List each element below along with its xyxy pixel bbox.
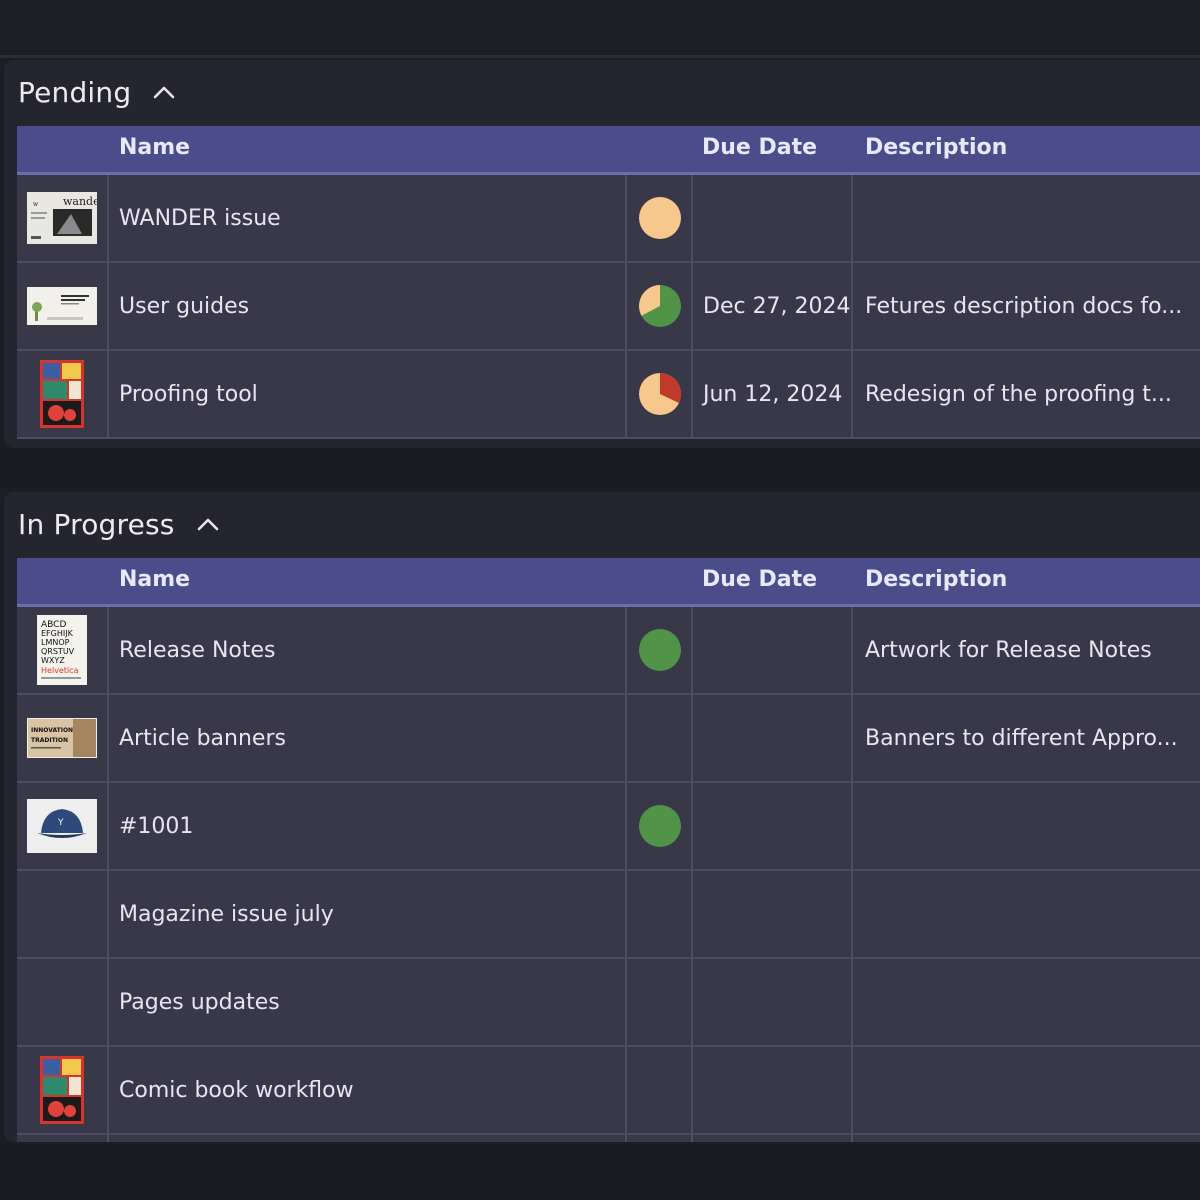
description[interactable]: Artwork for Release Notes [855, 607, 1200, 693]
due-date[interactable] [693, 871, 853, 957]
description[interactable] [855, 871, 1200, 957]
top-bar [0, 0, 1200, 58]
description[interactable] [855, 959, 1200, 1045]
status-cell[interactable] [629, 351, 693, 437]
task-name[interactable]: User guides [109, 263, 627, 349]
status-cell[interactable] [629, 607, 693, 693]
description[interactable] [855, 783, 1200, 869]
due-date[interactable] [693, 695, 853, 781]
svg-text:TRADITION: TRADITION [31, 737, 68, 744]
table-row[interactable]: Y #1001 [17, 783, 1200, 871]
thumbnail-cell [17, 351, 109, 437]
chevron-up-icon[interactable] [153, 81, 175, 103]
table-row[interactable]: wander w WANDER issue [17, 175, 1200, 263]
description[interactable] [855, 175, 1200, 261]
status-done-icon[interactable] [639, 805, 681, 847]
thumbnail-cell [17, 1047, 109, 1133]
table-row[interactable]: Pages updates [17, 959, 1200, 1047]
due-date[interactable] [693, 175, 853, 261]
banner-thumbnail: INNOVATION TRADITION [27, 718, 97, 758]
svg-text:Helvetica: Helvetica [41, 666, 79, 675]
description[interactable]: Fetures description docs fo... [855, 263, 1200, 349]
status-pending-icon[interactable] [639, 197, 681, 239]
due-date[interactable]: Dec 27, 2024 [693, 263, 853, 349]
status-cell[interactable] [629, 871, 693, 957]
table-header: Name Due Date Description [17, 558, 1200, 607]
task-name[interactable]: #1001 [109, 783, 627, 869]
table-row[interactable]: ABCD EFGHIJK LMNOP QRSTUV WXYZ Helvetica… [17, 607, 1200, 695]
table-row[interactable]: Comic book workflow [17, 1047, 1200, 1135]
section-in-progress: In Progress Name Due Date Description AB… [4, 492, 1200, 1175]
column-header-due-date[interactable]: Due Date [702, 567, 817, 592]
task-name[interactable]: Proofing tool [109, 351, 627, 437]
status-cell[interactable] [629, 695, 693, 781]
section-pending: Pending Name Due Date Description wander… [4, 60, 1200, 448]
column-header-description[interactable]: Description [865, 567, 1007, 592]
task-name[interactable]: Release Notes [109, 607, 627, 693]
column-header-name[interactable]: Name [119, 567, 190, 592]
comic-thumbnail [40, 360, 84, 428]
due-date[interactable]: Jun 12, 2024 [693, 351, 853, 437]
task-name[interactable]: Pages updates [109, 959, 627, 1045]
task-name[interactable]: Comic book workflow [109, 1047, 627, 1133]
due-date[interactable] [693, 607, 853, 693]
table-row[interactable]: INNOVATION TRADITION Article banners Ban… [17, 695, 1200, 783]
svg-text:EFGHIJK: EFGHIJK [41, 629, 74, 638]
section-header[interactable]: In Progress [18, 494, 219, 554]
thumbnail-cell: INNOVATION TRADITION [17, 695, 109, 781]
status-progress-icon[interactable] [639, 285, 681, 327]
due-date[interactable] [693, 959, 853, 1045]
status-cell[interactable] [629, 959, 693, 1045]
comic-thumbnail [40, 1056, 84, 1124]
cap-thumbnail: Y [27, 799, 97, 853]
svg-text:Y: Y [57, 818, 64, 828]
thumbnail-cell: ABCD EFGHIJK LMNOP QRSTUV WXYZ Helvetica [17, 607, 109, 693]
status-cell[interactable] [629, 263, 693, 349]
svg-text:LMNOP: LMNOP [41, 638, 70, 647]
task-name[interactable]: WANDER issue [109, 175, 627, 261]
column-header-description[interactable]: Description [865, 135, 1007, 160]
description[interactable]: Redesign of the proofing t... [855, 351, 1200, 437]
description[interactable]: Banners to different Appro... [855, 695, 1200, 781]
status-done-icon[interactable] [639, 629, 681, 671]
table-row[interactable]: User guides Dec 27, 2024 Fetures descrip… [17, 263, 1200, 351]
bottom-bar [0, 1142, 1200, 1200]
column-header-due-date[interactable]: Due Date [702, 135, 817, 160]
user-guide-thumbnail [27, 287, 97, 325]
thumbnail-cell: Y [17, 783, 109, 869]
section-title: In Progress [18, 507, 175, 541]
table-row[interactable]: Magazine issue july [17, 871, 1200, 959]
task-name[interactable]: Article banners [109, 695, 627, 781]
table-row[interactable]: Proofing tool Jun 12, 2024 Redesign of t… [17, 351, 1200, 439]
svg-text:w: w [33, 201, 39, 208]
helvetica-thumbnail: ABCD EFGHIJK LMNOP QRSTUV WXYZ Helvetica [37, 615, 87, 685]
section-title: Pending [18, 75, 132, 109]
status-overdue-icon[interactable] [639, 373, 681, 415]
task-name[interactable]: Magazine issue july [109, 871, 627, 957]
chevron-up-icon[interactable] [197, 513, 219, 535]
svg-text:WXYZ: WXYZ [41, 656, 65, 665]
description[interactable] [855, 1047, 1200, 1133]
thumbnail-cell [17, 871, 109, 957]
svg-text:wander: wander [63, 195, 97, 208]
due-date[interactable] [693, 783, 853, 869]
due-date[interactable] [693, 1047, 853, 1133]
section-header[interactable]: Pending [18, 62, 175, 122]
wander-thumbnail: wander w [27, 192, 97, 244]
status-cell[interactable] [629, 783, 693, 869]
column-header-name[interactable]: Name [119, 135, 190, 160]
status-cell[interactable] [629, 1047, 693, 1133]
table-header: Name Due Date Description [17, 126, 1200, 175]
svg-text:QRSTUV: QRSTUV [41, 647, 75, 656]
thumbnail-cell: wander w [17, 175, 109, 261]
thumbnail-cell [17, 959, 109, 1045]
svg-text:INNOVATION: INNOVATION [31, 727, 73, 734]
thumbnail-cell [17, 263, 109, 349]
status-cell[interactable] [629, 175, 693, 261]
task-table: Name Due Date Description wander w WANDE… [17, 126, 1200, 439]
task-table: Name Due Date Description ABCD EFGHIJK L… [17, 558, 1200, 1175]
